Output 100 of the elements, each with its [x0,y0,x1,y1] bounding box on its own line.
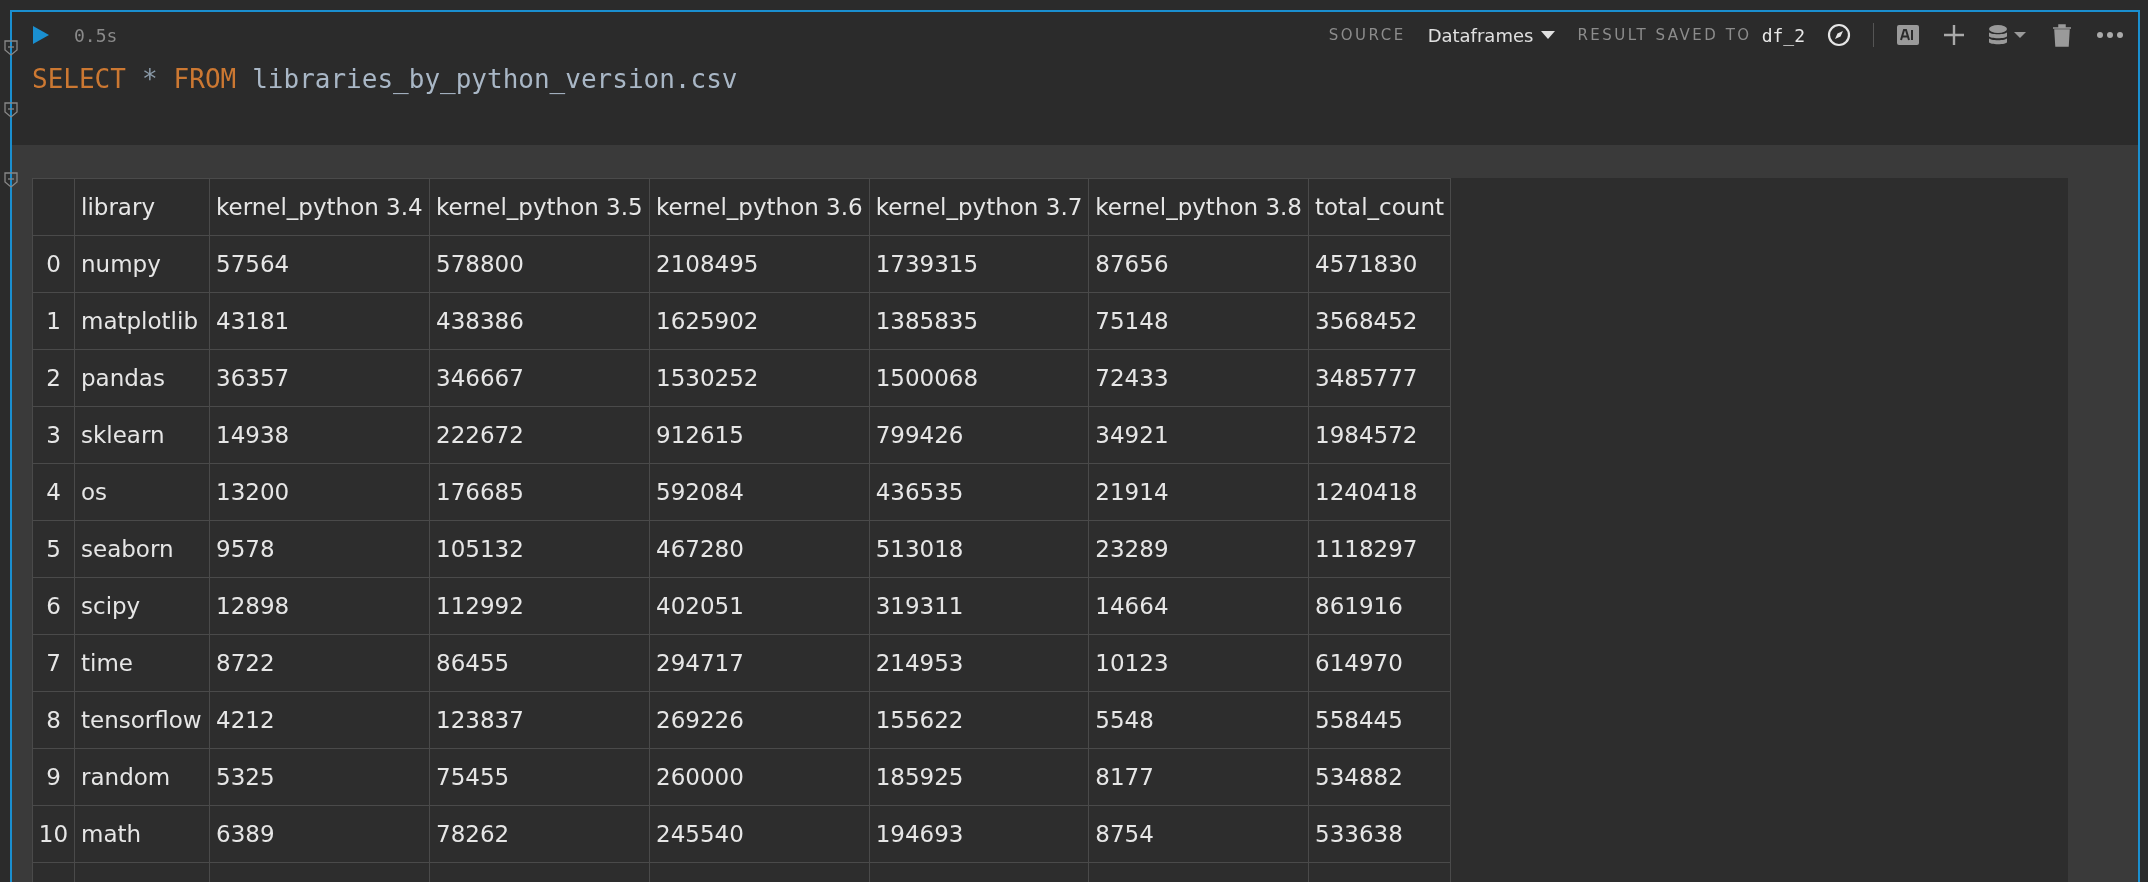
table-cell: sklearn [74,406,210,464]
source-label: SOURCE [1328,26,1406,44]
table-cell: 6389 [209,805,430,863]
table-cell: 43181 [209,292,430,350]
table-cell: 436535 [869,463,1089,521]
row-index: 10 [32,805,75,863]
table-cell: 319311 [869,577,1089,635]
fold-marker-icon[interactable] [4,102,18,118]
table-cell: 1118297 [1308,520,1451,578]
row-index: 6 [32,577,75,635]
table-cell: time [74,634,210,692]
result-variable[interactable]: df_2 [1761,24,1805,46]
table-cell: 14664 [1088,577,1309,635]
table-cell: matplotlib [74,292,210,350]
result-label: RESULT SAVED TO [1577,26,1752,44]
table-cell: 1385835 [869,292,1089,350]
ai-icon[interactable] [1896,23,1920,47]
column-header[interactable]: total_count [1308,178,1451,236]
row-index: 9 [32,748,75,806]
table-cell: 87656 [1088,235,1309,293]
table-cell: pandas [74,349,210,407]
column-header[interactable]: kernel_python 3.8 [1088,178,1309,236]
row-index: 0 [32,235,75,293]
row-index: 1 [32,292,75,350]
trash-icon[interactable] [2050,23,2074,47]
table-cell: 21914 [1088,463,1309,521]
table-cell: 2108495 [649,235,870,293]
table-cell: 176685 [429,463,650,521]
table-cell: 75455 [429,748,650,806]
table-cell: 1625902 [649,292,870,350]
table-cell: 438386 [429,292,650,350]
table-cell: 269226 [649,691,870,749]
table-cell: 4212 [209,691,430,749]
column-header[interactable]: library [74,178,210,236]
table-cell: 799426 [869,406,1089,464]
table-cell: 12898 [209,577,430,635]
table-cell: 36357 [209,349,430,407]
table-cell: 105132 [429,520,650,578]
table-cell: 3568452 [1308,292,1451,350]
table-cell: 214953 [869,634,1089,692]
table-cell: tensorflow [74,691,210,749]
table-cell: 8177 [1088,748,1309,806]
table-cell: 185925 [869,748,1089,806]
table-cell: 10123 [1088,634,1309,692]
table-cell: 861916 [1308,577,1451,635]
table-cell: os [74,463,210,521]
table-cell: 578800 [429,235,650,293]
row-index: 5 [32,520,75,578]
table-cell: scipy [74,577,210,635]
fold-marker-icon[interactable] [4,172,18,188]
table-cell: 5548 [1088,691,1309,749]
table-cell: 155622 [869,691,1089,749]
table-cell: 245540 [649,805,870,863]
table-cell: 346667 [429,349,650,407]
run-time: 0.5s [74,24,118,46]
sql-query[interactable]: SELECT * FROM libraries_by_python_version.csv [12,50,2138,94]
table-cell: 57564 [209,235,430,293]
table-cell: 260000 [649,748,870,806]
table-cell: 194693 [869,805,1089,863]
table-cell: 1500068 [869,349,1089,407]
column-header[interactable]: kernel_python 3.4 [209,178,430,236]
table-cell: numpy [74,235,210,293]
table-cell: 34921 [1088,406,1309,464]
table-cell: 13200 [209,463,430,521]
table-cell: 9578 [209,520,430,578]
table-cell: seaborn [74,520,210,578]
table-cell: 1739315 [869,235,1089,293]
table-cell: 14938 [209,406,430,464]
table-cell: 534882 [1308,748,1451,806]
row-index: 2 [32,349,75,407]
table-cell: 8754 [1088,805,1309,863]
more-icon[interactable] [2096,31,2124,39]
table-cell: 1530252 [649,349,870,407]
table-cell: 78262 [429,805,650,863]
run-icon[interactable] [32,25,50,45]
column-header[interactable]: kernel_python 3.7 [869,178,1089,236]
add-icon[interactable] [1942,23,1966,47]
table-cell: 72433 [1088,349,1309,407]
table-cell: 533638 [1308,805,1451,863]
table-cell: math [74,805,210,863]
source-dropdown[interactable]: Dataframes [1427,24,1556,46]
row-index: 4 [32,463,75,521]
column-header[interactable]: kernel_python 3.6 [649,178,870,236]
row-index: 8 [32,691,75,749]
table-cell: 592084 [649,463,870,521]
database-dropdown-icon[interactable] [1988,23,2028,47]
fold-marker-icon[interactable] [4,40,18,56]
table-cell: 5325 [209,748,430,806]
table-cell: 1240418 [1308,463,1451,521]
table-cell: 614970 [1308,634,1451,692]
table-cell: 4571830 [1308,235,1451,293]
column-header[interactable]: kernel_python 3.5 [429,178,650,236]
caret-icon[interactable] [1541,30,1556,40]
table-cell: 75148 [1088,292,1309,350]
table-cell: 3485777 [1308,349,1451,407]
table-cell: 112992 [429,577,650,635]
table-cell: 123837 [429,691,650,749]
compass-icon[interactable] [1827,23,1851,47]
table-cell: 1984572 [1308,406,1451,464]
table-cell: 86455 [429,634,650,692]
